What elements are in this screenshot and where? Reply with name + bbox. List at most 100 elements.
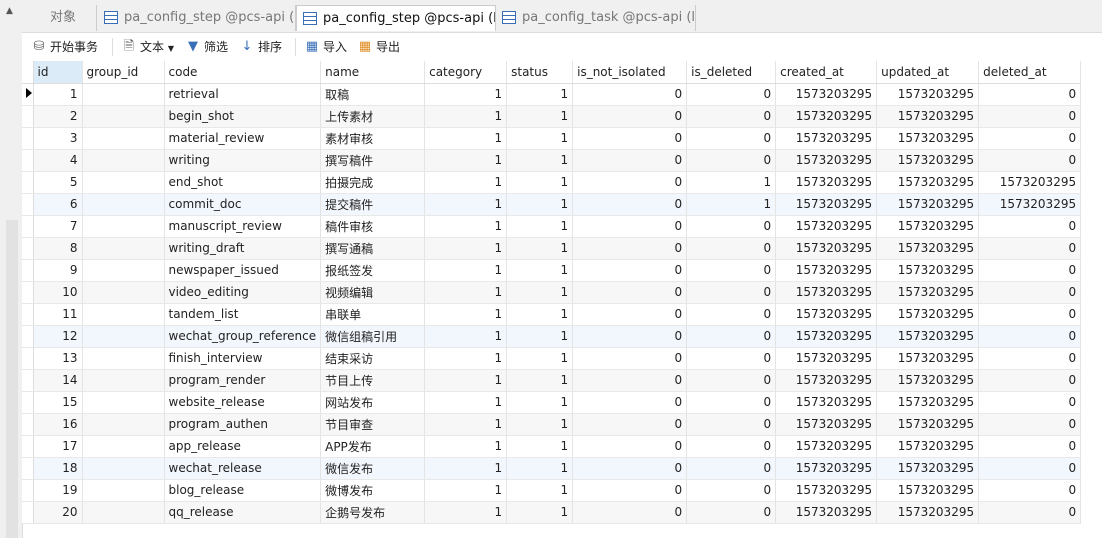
cell-code[interactable]: blog_release [164, 479, 322, 502]
cell-group-id[interactable] [82, 479, 165, 502]
cell-created-at[interactable]: 1573203295 [775, 347, 878, 370]
cell-id[interactable]: 18 [33, 457, 83, 480]
cell-deleted-at[interactable]: 0 [978, 501, 1082, 524]
cell-deleted-at[interactable]: 0 [978, 259, 1082, 282]
table-row[interactable]: 6 commit_doc 提交稿件 1 1 0 1 1573203295 1573203295 1… [22, 193, 1082, 216]
begin-transaction-button[interactable]: ⛁ 开始事务 [32, 38, 98, 56]
row-selector[interactable] [22, 457, 34, 480]
row-selector[interactable] [22, 83, 34, 106]
cell-status[interactable]: 1 [506, 237, 574, 260]
cell-name[interactable]: 上传素材 [320, 105, 426, 128]
cell-status[interactable]: 1 [506, 193, 574, 216]
cell-name[interactable]: 报纸签发 [320, 259, 426, 282]
cell-is-deleted[interactable]: 0 [686, 105, 777, 128]
cell-deleted-at[interactable]: 0 [978, 237, 1082, 260]
table-row[interactable]: 7 manuscript_review 稿件审核 1 1 0 0 1573203295 1573… [22, 215, 1082, 238]
cell-created-at[interactable]: 1573203295 [775, 105, 878, 128]
table-row[interactable]: 17 app_release APP发布 1 1 0 0 1573203295 15732032… [22, 435, 1082, 458]
data-grid[interactable]: id group_id code name category status is_not_i… [22, 61, 1082, 524]
cell-name[interactable]: 视频编辑 [320, 281, 426, 304]
column-header-code[interactable]: code [164, 61, 322, 84]
cell-is-not-isolated[interactable]: 0 [572, 457, 688, 480]
cell-name[interactable]: 节目审查 [320, 413, 426, 436]
cell-code[interactable]: newspaper_issued [164, 259, 322, 282]
cell-id[interactable]: 1 [33, 83, 83, 106]
cell-updated-at[interactable]: 1573203295 [876, 83, 980, 106]
row-selector[interactable] [22, 479, 34, 502]
cell-name[interactable]: 微博发布 [320, 479, 426, 502]
cell-id[interactable]: 5 [33, 171, 83, 194]
cell-group-id[interactable] [82, 237, 165, 260]
cell-deleted-at[interactable]: 1573203295 [978, 171, 1082, 194]
cell-group-id[interactable] [82, 303, 165, 326]
cell-status[interactable]: 1 [506, 83, 574, 106]
column-header-deleted-at[interactable]: deleted_at [978, 61, 1082, 84]
cell-deleted-at[interactable]: 0 [978, 215, 1082, 238]
cell-created-at[interactable]: 1573203295 [775, 457, 878, 480]
cell-name[interactable]: 撰写通稿 [320, 237, 426, 260]
cell-name[interactable]: 稿件审核 [320, 215, 426, 238]
cell-is-not-isolated[interactable]: 0 [572, 259, 688, 282]
cell-is-deleted[interactable]: 0 [686, 325, 777, 348]
cell-deleted-at[interactable]: 0 [978, 391, 1082, 414]
cell-created-at[interactable]: 1573203295 [775, 83, 878, 106]
cell-name[interactable]: 结束采访 [320, 347, 426, 370]
tab-pa-config-step-design[interactable]: pa_config_step @pcs-api (l... [98, 5, 296, 31]
cell-is-deleted[interactable]: 0 [686, 391, 777, 414]
cell-group-id[interactable] [82, 281, 165, 304]
cell-name[interactable]: 微信组稿引用 [320, 325, 426, 348]
cell-status[interactable]: 1 [506, 347, 574, 370]
cell-category[interactable]: 1 [424, 457, 508, 480]
column-header-updated-at[interactable]: updated_at [876, 61, 980, 84]
cell-is-deleted[interactable]: 0 [686, 237, 777, 260]
cell-name[interactable]: 串联单 [320, 303, 426, 326]
cell-id[interactable]: 11 [33, 303, 83, 326]
cell-name[interactable]: 企鹅号发布 [320, 501, 426, 524]
cell-status[interactable]: 1 [506, 413, 574, 436]
cell-id[interactable]: 12 [33, 325, 83, 348]
cell-is-deleted[interactable]: 0 [686, 435, 777, 458]
cell-updated-at[interactable]: 1573203295 [876, 479, 980, 502]
cell-id[interactable]: 10 [33, 281, 83, 304]
table-row[interactable]: 18 wechat_release 微信发布 1 1 0 0 1573203295 157320… [22, 457, 1082, 480]
cell-created-at[interactable]: 1573203295 [775, 479, 878, 502]
cell-code[interactable]: website_release [164, 391, 322, 414]
row-selector[interactable] [22, 237, 34, 260]
table-row[interactable]: 9 newspaper_issued 报纸签发 1 1 0 0 1573203295 15732… [22, 259, 1082, 282]
tab-objects[interactable]: 对象 [22, 5, 97, 31]
cell-group-id[interactable] [82, 171, 165, 194]
cell-deleted-at[interactable]: 0 [978, 435, 1082, 458]
cell-code[interactable]: tandem_list [164, 303, 322, 326]
cell-created-at[interactable]: 1573203295 [775, 435, 878, 458]
cell-updated-at[interactable]: 1573203295 [876, 347, 980, 370]
cell-id[interactable]: 9 [33, 259, 83, 282]
cell-group-id[interactable] [82, 259, 165, 282]
cell-id[interactable]: 16 [33, 413, 83, 436]
tab-pa-config-task[interactable]: pa_config_task @pcs-api (lo... [496, 5, 696, 31]
table-row[interactable]: 3 material_review 素材审核 1 1 0 0 1573203295 157320… [22, 127, 1082, 150]
cell-is-deleted[interactable]: 1 [686, 193, 777, 216]
filter-button[interactable]: ▼ 筛选 [186, 38, 228, 56]
cell-deleted-at[interactable]: 0 [978, 457, 1082, 480]
cell-created-at[interactable]: 1573203295 [775, 193, 878, 216]
cell-is-not-isolated[interactable]: 0 [572, 83, 688, 106]
cell-updated-at[interactable]: 1573203295 [876, 325, 980, 348]
cell-code[interactable]: wechat_group_reference [164, 325, 322, 348]
cell-created-at[interactable]: 1573203295 [775, 171, 878, 194]
row-selector[interactable] [22, 105, 34, 128]
cell-status[interactable]: 1 [506, 215, 574, 238]
cell-status[interactable]: 1 [506, 171, 574, 194]
cell-category[interactable]: 1 [424, 215, 508, 238]
cell-is-deleted[interactable]: 0 [686, 83, 777, 106]
cell-created-at[interactable]: 1573203295 [775, 237, 878, 260]
column-header-created-at[interactable]: created_at [775, 61, 878, 84]
row-selector[interactable] [22, 215, 34, 238]
cell-code[interactable]: writing [164, 149, 322, 172]
cell-updated-at[interactable]: 1573203295 [876, 105, 980, 128]
column-header-category[interactable]: category [424, 61, 508, 84]
cell-status[interactable]: 1 [506, 391, 574, 414]
cell-created-at[interactable]: 1573203295 [775, 391, 878, 414]
cell-id[interactable]: 17 [33, 435, 83, 458]
cell-is-not-isolated[interactable]: 0 [572, 347, 688, 370]
cell-is-deleted[interactable]: 0 [686, 347, 777, 370]
